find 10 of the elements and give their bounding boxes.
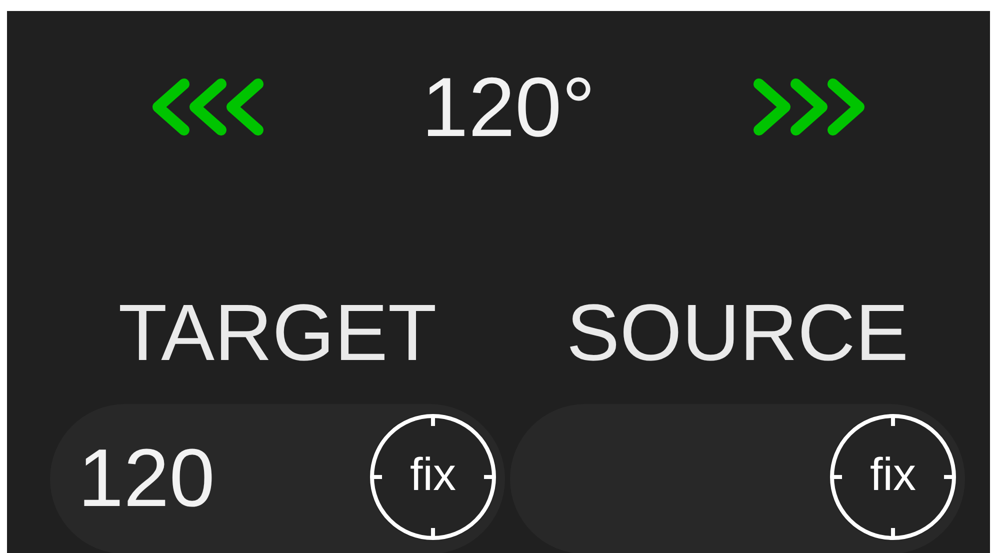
chevron-left-icon[interactable]: [152, 78, 264, 136]
value-field[interactable]: 120 fix: [50, 404, 505, 553]
field-label: SOURCE: [566, 292, 909, 374]
field-label: TARGET: [118, 292, 437, 374]
value-field[interactable]: fix: [510, 404, 965, 553]
field-value: 120: [78, 432, 215, 526]
fix-button[interactable]: fix: [369, 413, 497, 541]
angle-reading: 120°: [422, 67, 596, 147]
fix-button[interactable]: fix: [829, 413, 957, 541]
chevron-right-icon[interactable]: [753, 78, 866, 136]
